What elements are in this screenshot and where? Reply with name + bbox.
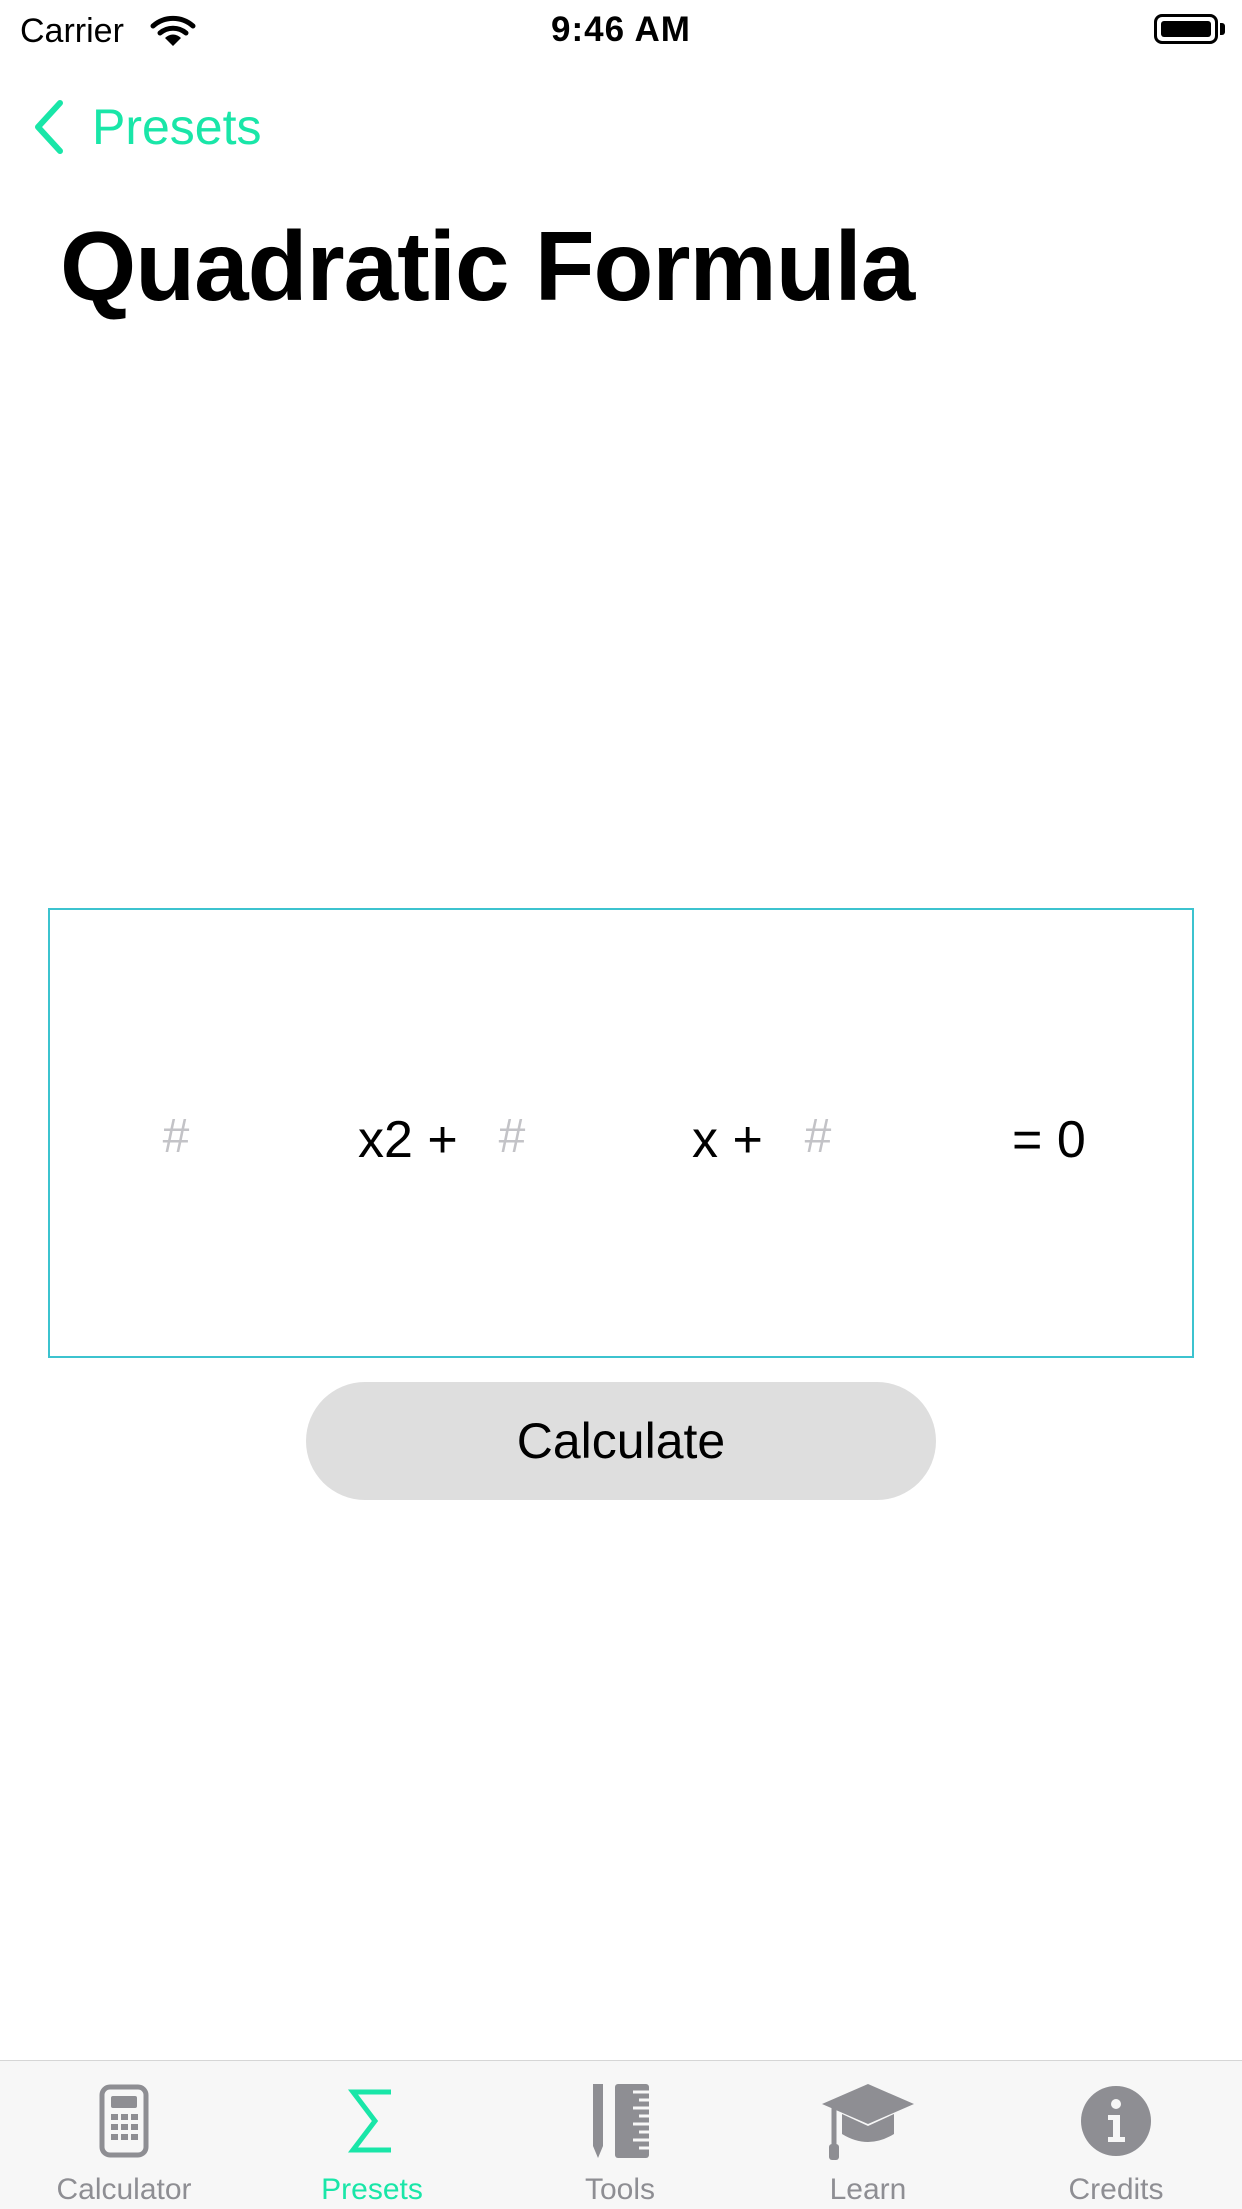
term-x-squared: x2 + [358, 1111, 458, 1169]
battery-icon [1154, 14, 1218, 44]
tab-label: Calculator [56, 2173, 192, 2206]
coefficient-b-input[interactable] [450, 1100, 574, 1172]
tab-presets[interactable]: Presets [248, 2061, 496, 2209]
info-icon [1081, 2086, 1151, 2156]
coefficient-a-input[interactable] [114, 1100, 238, 1172]
term-x: x + [692, 1111, 763, 1169]
tab-label: Learn [829, 2173, 907, 2206]
status-time: 9:46 AM [551, 10, 691, 49]
tab-label: Credits [1068, 2173, 1164, 2206]
tab-label: Presets [321, 2173, 423, 2206]
calculator-icon [99, 2084, 149, 2158]
tab-calculator[interactable]: Calculator [0, 2061, 248, 2209]
back-label: Presets [92, 99, 262, 155]
graduation-cap-icon [822, 2084, 914, 2160]
tab-bar: Calculator Presets Tools Learn Credits [0, 2060, 1242, 2209]
pencil-ruler-icon [593, 2084, 649, 2158]
equals-zero: = 0 [1012, 1111, 1086, 1169]
tab-credits[interactable]: Credits [992, 2061, 1240, 2209]
chevron-left-icon [35, 100, 63, 154]
tab-tools[interactable]: Tools [496, 2061, 744, 2209]
tab-label: Tools [584, 2173, 656, 2206]
tab-learn[interactable]: Learn [744, 2061, 992, 2209]
status-bar: Carrier 9:46 AM [0, 0, 1242, 62]
sigma-icon [347, 2089, 391, 2153]
equation-box: x2 + x + = 0 [48, 908, 1194, 1358]
coefficient-c-input[interactable] [756, 1100, 880, 1172]
battery-cap [1220, 23, 1225, 35]
calculate-button[interactable]: Calculate [306, 1382, 936, 1500]
page-title: Quadratic Formula [60, 211, 915, 321]
back-button[interactable]: Presets [30, 92, 262, 162]
